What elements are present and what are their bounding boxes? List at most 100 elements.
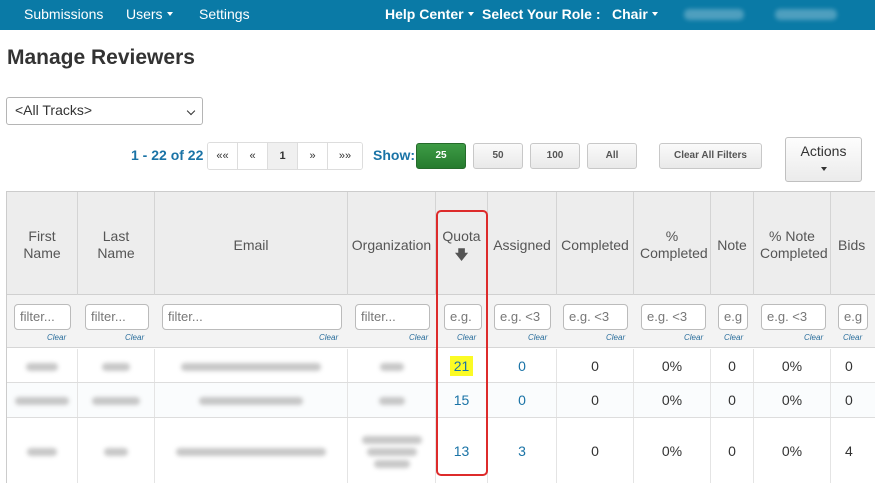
clear-note-filter[interactable]: Clear [724,333,743,342]
arrow-down-icon: 🡇 [454,247,469,262]
pct-note-completed-value: 0% [781,357,803,374]
table-row[interactable]: 13 3 0 0% 0 0% 4 [7,418,875,483]
clear-email-filter[interactable]: Clear [319,333,338,342]
last-name-cell [78,418,155,483]
col-bids-label: Bids [838,237,866,253]
assigned-cell[interactable]: 0 [488,383,557,417]
role-dropdown-label: Chair [612,6,648,22]
col-last-name[interactable]: Last Name [78,192,155,295]
note-value: 0 [728,357,736,374]
quota-value: 21 [449,355,474,376]
redacted-text [102,362,130,371]
first-name-cell [7,418,78,483]
bids-value: 0 [845,357,853,374]
page-size-all-button[interactable]: All [587,143,637,169]
quota-cell[interactable]: 13 [436,418,488,483]
filter-note-input[interactable]: e.g [718,304,748,330]
note-value: 0 [728,442,736,459]
email-cell [155,349,348,382]
clear-first-name-filter[interactable]: Clear [47,333,66,342]
nav-settings[interactable]: Settings [199,6,250,22]
col-bids[interactable]: Bids [831,192,875,295]
filter-completed-input[interactable]: e.g. <3 [563,304,628,330]
col-pct-note-completed[interactable]: % Note Completed [754,192,831,295]
completed-cell: 0 [557,418,634,483]
caret-down-icon [166,12,173,16]
filter-assigned-input[interactable]: e.g. <3 [494,304,551,330]
page-size-50-button[interactable]: 50 [473,143,523,169]
col-first-name[interactable]: First Name [7,192,78,295]
prev-page-button[interactable]: « [238,143,268,169]
page-size-25-button[interactable]: 25 [416,143,466,169]
organization-cell [348,349,436,382]
clear-pct-completed-filter[interactable]: Clear [684,333,703,342]
quota-cell[interactable]: 15 [436,383,488,417]
role-dropdown[interactable]: Chair [612,6,658,22]
col-pct-completed[interactable]: % Completed [634,192,711,295]
filter-pct-note-completed-input[interactable]: e.g. <3 [761,304,826,330]
pct-note-completed-cell: 0% [754,418,831,483]
redacted-text [26,362,58,371]
clear-all-filters-button[interactable]: Clear All Filters [659,143,762,169]
nav-submissions[interactable]: Submissions [24,6,103,22]
organization-cell [348,383,436,417]
filter-bids-input[interactable]: e.g [838,304,868,330]
organization-cell [348,418,436,483]
current-page-button[interactable]: 1 [268,143,298,169]
clear-bids-filter[interactable]: Clear [843,333,862,342]
col-quota[interactable]: Quota 🡇 [436,192,488,295]
bids-cell: 4 [831,418,875,483]
nav-help-center[interactable]: Help Center [385,6,474,22]
clear-last-name-filter[interactable]: Clear [125,333,144,342]
completed-cell: 0 [557,349,634,382]
redacted-text [373,459,410,468]
last-name-cell [78,383,155,417]
pct-completed-value: 0% [661,392,683,408]
bids-cell: 0 [831,349,875,382]
redacted-account-menu[interactable] [775,9,837,20]
completed-value: 0 [591,357,599,374]
note-cell: 0 [711,418,754,483]
redacted-text [27,447,57,456]
show-label: Show: [373,147,415,163]
clear-pct-note-completed-filter[interactable]: Clear [804,333,823,342]
page-size-100-button[interactable]: 100 [530,143,580,169]
actions-button[interactable]: Actions [785,137,862,182]
pct-note-completed-cell: 0% [754,383,831,417]
col-organization[interactable]: Organization [348,192,436,295]
tracks-select[interactable]: <All Tracks> [6,97,203,125]
filter-quota-input[interactable]: e.g. [444,304,482,330]
nav-users[interactable]: Users [126,6,173,22]
clear-assigned-filter[interactable]: Clear [528,333,547,342]
redacted-text [199,397,303,406]
col-note[interactable]: Note [711,192,754,295]
next-page-button[interactable]: » [298,143,328,169]
table-row[interactable]: 15 0 0 0% 0 0% 0 [7,383,875,418]
col-pct-note-completed-label: % Note Completed [760,228,828,261]
assigned-cell[interactable]: 0 [488,349,557,382]
redacted-text [104,447,128,456]
clear-quota-filter[interactable]: Clear [457,333,476,342]
filter-email-input[interactable]: filter... [162,304,342,330]
col-completed-label: Completed [561,237,629,253]
clear-organization-filter[interactable]: Clear [409,333,428,342]
pagination: «« « 1 » »» [207,142,363,170]
redacted-text [361,435,422,444]
filter-last-name-input[interactable]: filter... [85,304,149,330]
filter-organization-input[interactable]: filter... [355,304,430,330]
col-assigned[interactable]: Assigned [488,192,557,295]
note-cell: 0 [711,383,754,417]
clear-completed-filter[interactable]: Clear [606,333,625,342]
first-page-button[interactable]: «« [208,143,238,169]
assigned-value: 3 [518,442,526,459]
table-row[interactable]: 21 0 0 0% 0 0% 0 [7,349,875,383]
quota-cell[interactable]: 21 [436,349,488,382]
col-email[interactable]: Email [155,192,348,295]
filter-first-name-input[interactable]: filter... [14,304,71,330]
redacted-text [176,447,326,456]
redacted-user-menu[interactable] [684,9,744,20]
assigned-cell[interactable]: 3 [488,418,557,483]
last-page-button[interactable]: »» [328,143,362,169]
filter-pct-completed-input[interactable]: e.g. <3 [641,304,706,330]
col-completed[interactable]: Completed [557,192,634,295]
